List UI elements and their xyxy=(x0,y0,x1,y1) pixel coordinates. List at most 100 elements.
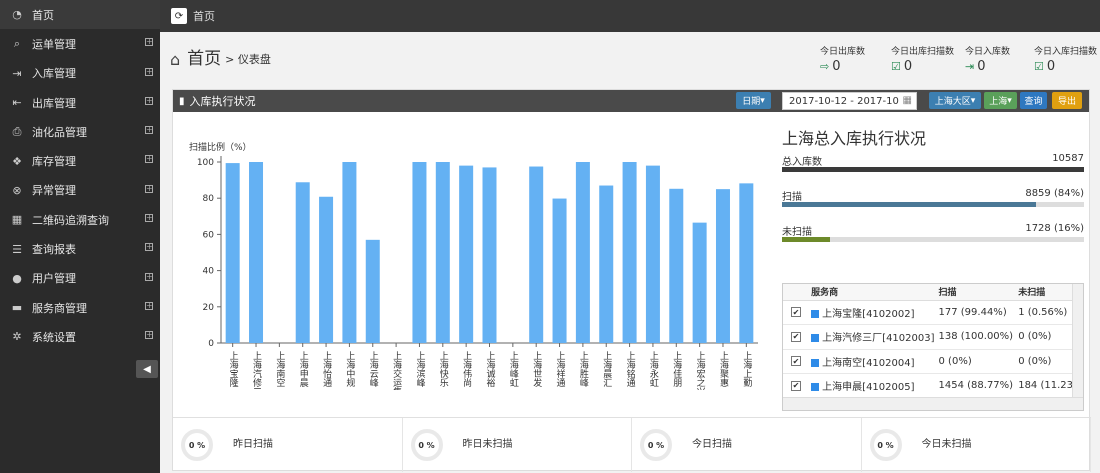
table-vertical-scrollbar[interactable] xyxy=(1072,284,1083,398)
kpi-card: 0 % 今日扫描 xyxy=(632,418,862,472)
bar[interactable] xyxy=(715,189,730,343)
city-dropdown-button[interactable]: 上海 ▾ xyxy=(984,92,1017,109)
bar[interactable] xyxy=(575,162,590,343)
x-tick-label: 上海申晨 xyxy=(298,351,309,388)
provider-name: 上海汽修三厂[4102003] xyxy=(822,333,935,345)
table-row[interactable]: ✔ 上海汽修三厂[4102003] 138 (100.00%) 0 (0%) xyxy=(783,324,1073,350)
date-dropdown-button[interactable]: 日期 ▾ xyxy=(736,92,771,109)
sidebar-collapse-button[interactable]: ◀ xyxy=(136,360,158,378)
provider-table[interactable]: 服务商 扫描 未扫描 ✔ 上海宝隆[4102002] 177 (99.44%) 1 (… xyxy=(782,283,1084,411)
bar[interactable] xyxy=(295,182,310,343)
bar[interactable] xyxy=(249,162,264,343)
kpi-label: 今日未扫描 xyxy=(921,438,972,450)
kpi-ring: 0 % xyxy=(869,429,902,461)
table-header-unscan: 未扫描 xyxy=(1014,284,1073,301)
bar[interactable] xyxy=(552,198,567,343)
progress-fill xyxy=(782,202,1036,207)
bar[interactable] xyxy=(482,167,497,343)
sidebar-item-10[interactable]: ▬ 服务商管理 + xyxy=(0,293,160,322)
sign-in-icon: ⇥ xyxy=(965,60,975,73)
bar[interactable] xyxy=(342,162,357,343)
bar[interactable] xyxy=(435,162,450,343)
expand-plus-icon[interactable]: + xyxy=(145,243,153,252)
stat-value: 0 xyxy=(832,59,841,74)
bar[interactable] xyxy=(412,162,427,343)
export-button[interactable]: 导出 xyxy=(1052,92,1082,109)
bar-chart-icon: ▮ xyxy=(179,95,185,107)
table-row[interactable]: ✔ 上海申晨[4102005] 1454 (88.77%) 184 (11.23 xyxy=(783,373,1073,399)
sidebar-item-label: 油化品管理 xyxy=(32,125,87,139)
sidebar-item-3[interactable]: ⇤ 出库管理 + xyxy=(0,88,160,117)
sidebar-item-6[interactable]: ⊗ 异常管理 + xyxy=(0,176,160,205)
expand-plus-icon[interactable]: + xyxy=(145,331,153,340)
sidebar-item-1[interactable]: ⌕ 运单管理 + xyxy=(0,29,160,58)
bar[interactable] xyxy=(645,165,660,343)
expand-plus-icon[interactable]: + xyxy=(145,155,153,164)
expand-plus-icon[interactable]: + xyxy=(145,67,153,76)
unscan-cell: 0 (0%) xyxy=(1014,324,1073,350)
refresh-icon[interactable]: ⟳ xyxy=(171,8,187,24)
x-tick-label: 上海南空 xyxy=(274,351,285,387)
x-tick-label: 上海胜峰 xyxy=(578,351,589,387)
expand-plus-icon[interactable]: + xyxy=(145,126,153,135)
x-tick-label: 上海祥通 xyxy=(555,351,566,388)
query-button[interactable]: 查询 xyxy=(1020,92,1047,109)
bar[interactable] xyxy=(599,185,614,343)
expand-plus-icon[interactable]: + xyxy=(145,184,153,193)
summary-title: 上海总入库执行状况 xyxy=(782,129,927,148)
expand-plus-icon[interactable]: + xyxy=(145,96,153,105)
sidebar-item-8[interactable]: ☰ 查询报表 + xyxy=(0,234,160,263)
summary-value: 10587 xyxy=(1052,153,1084,164)
x-tick-label: 上海宝隆 xyxy=(228,351,239,388)
row-checkbox[interactable]: ✔ xyxy=(791,307,801,318)
date-range-input[interactable]: 2017-10-12 - 2017-10 ▦ xyxy=(782,92,917,110)
stat-label: 今日入库扫描数 xyxy=(1034,47,1098,57)
bar[interactable] xyxy=(319,196,334,343)
bar[interactable] xyxy=(459,165,474,343)
bar[interactable] xyxy=(225,163,240,343)
x-tick-label: 上海世发 xyxy=(531,351,542,388)
sidebar-item-9[interactable]: ● 用户管理 + xyxy=(0,264,160,293)
gears-icon: ✲ xyxy=(12,330,22,344)
bar[interactable] xyxy=(365,239,380,343)
stat-label: 今日出库数 xyxy=(820,47,866,57)
stat-value: 0 xyxy=(903,59,913,74)
bar[interactable] xyxy=(692,222,707,343)
sidebar-item-2[interactable]: ⇥ 入库管理 + xyxy=(0,59,160,88)
expand-plus-icon[interactable]: + xyxy=(145,214,153,223)
stat-outbound: 今日出库数 ⇨ 0 xyxy=(820,44,865,74)
table-header-check xyxy=(783,284,808,301)
sidebar-item-11[interactable]: ✲ 系统设置 + xyxy=(0,322,160,351)
unscan-cell: 184 (11.23 xyxy=(1014,373,1073,399)
row-checkbox[interactable]: ✔ xyxy=(791,356,801,367)
table-row[interactable]: ✔ 上海宝隆[4102002] 177 (99.44%) 1 (0.56%) xyxy=(783,300,1073,325)
provider-name: 上海宝隆[4102002] xyxy=(822,308,915,320)
table-horizontal-scrollbar[interactable] xyxy=(783,397,1083,410)
panel-header: ▮ 入库执行状况 日期 ▾ 2017-10-12 - 2017-10 ▦ 上海大区… xyxy=(173,90,1089,112)
region-dropdown-button[interactable]: 上海大区 ▾ xyxy=(929,92,981,109)
sidebar-item-4[interactable]: ⎙ 油化品管理 + xyxy=(0,117,160,146)
expand-plus-icon[interactable]: + xyxy=(145,38,153,47)
bar[interactable] xyxy=(529,166,544,343)
kpi-label: 昨日未扫描 xyxy=(462,438,513,450)
expand-plus-icon[interactable]: + xyxy=(145,272,153,281)
row-checkbox[interactable]: ✔ xyxy=(791,331,801,342)
summary-label: 总入库数 xyxy=(782,157,822,168)
expand-plus-icon[interactable]: + xyxy=(145,301,153,310)
x-tick-label: 上海云峰 xyxy=(368,351,379,387)
stat-value: 0 xyxy=(1046,59,1056,74)
inbound-status-panel: ▮ 入库执行状况 日期 ▾ 2017-10-12 - 2017-10 ▦ 上海大区… xyxy=(172,89,1091,472)
x-tick-label: 上海交运集团 xyxy=(391,351,402,390)
check-square-icon: ☑ xyxy=(1034,60,1044,73)
share-square-icon: ⇨ xyxy=(820,60,830,73)
summary-row: 扫描 8859 (84%) xyxy=(782,188,1084,220)
bar[interactable] xyxy=(739,183,754,343)
bar[interactable] xyxy=(669,188,684,343)
sidebar-item-5[interactable]: ❖ 库存管理 + xyxy=(0,146,160,175)
row-checkbox[interactable]: ✔ xyxy=(791,380,801,391)
table-row[interactable]: ✔ 上海南空[4102004] 0 (0%) 0 (0%) xyxy=(783,349,1073,374)
sidebar-item-7[interactable]: ▦ 二维码追溯查询 + xyxy=(0,205,160,234)
sidebar-item-0[interactable]: ◔ 首页 xyxy=(0,0,160,30)
bar[interactable] xyxy=(622,162,637,343)
y-tick-label: 100 xyxy=(197,158,214,168)
